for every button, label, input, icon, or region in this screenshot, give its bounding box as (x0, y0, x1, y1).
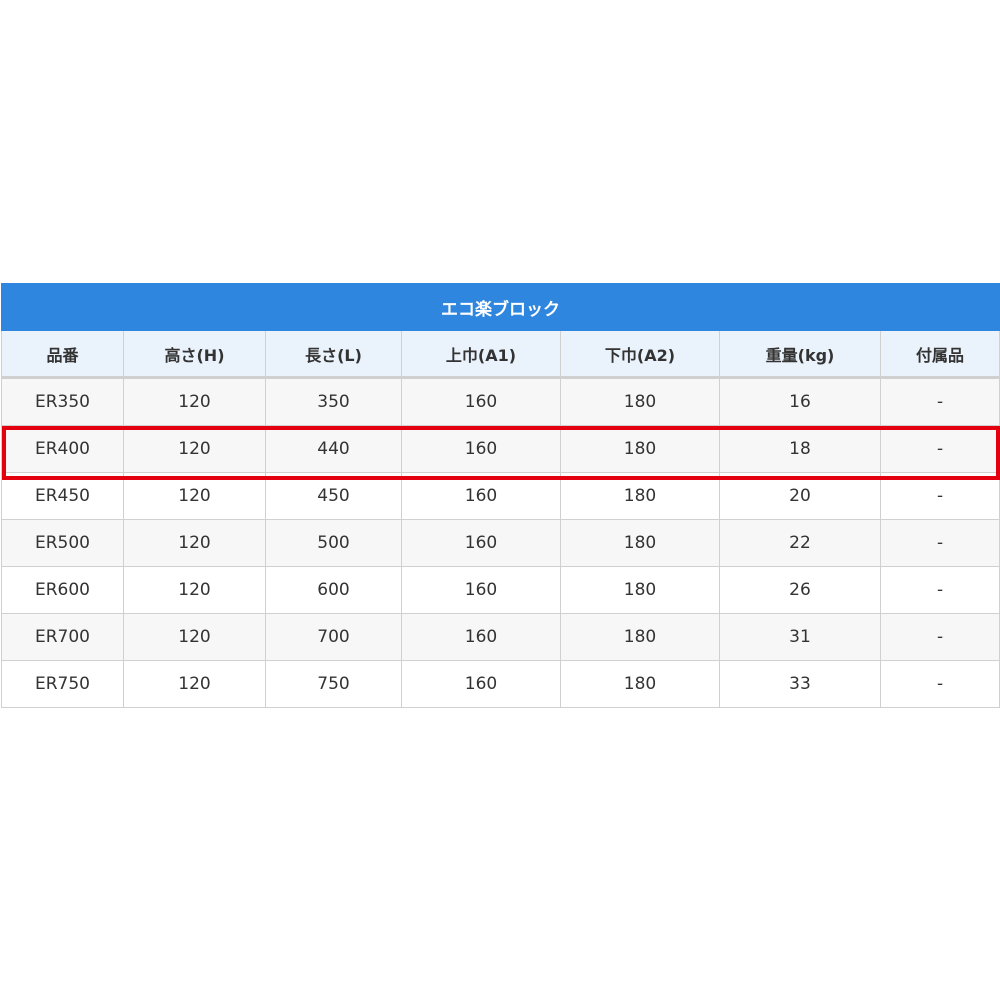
cell-length: 350 (265, 377, 402, 426)
cell-length: 450 (265, 472, 402, 520)
cell-length: 700 (265, 613, 402, 661)
table-header-row: 品番 高さ(H) 長さ(L) 上巾(A1) 下巾(A2) 重量(kg) 付属品 (1, 330, 1000, 379)
cell-height: 120 (123, 613, 266, 661)
cell-length: 600 (265, 566, 402, 614)
cell-part-number: ER600 (1, 566, 124, 614)
cell-accessories: - (879, 660, 1000, 708)
table-row: ER500 120 500 160 180 22 - (1, 519, 1000, 567)
cell-height: 120 (123, 566, 266, 614)
cell-accessories: - (879, 425, 1000, 473)
cell-height: 120 (123, 425, 266, 473)
cell-accessories: - (879, 519, 1000, 567)
cell-accessories: - (879, 566, 1000, 614)
cell-accessories: - (879, 472, 1000, 520)
cell-top-width: 160 (401, 377, 561, 426)
table-row-highlighted: ER400 120 440 160 180 18 - (1, 425, 1000, 473)
table-row: ER750 120 750 160 180 33 - (1, 660, 1000, 708)
cell-bottom-width: 180 (560, 660, 720, 708)
table-title-row: エコ楽ブロック (0, 283, 1000, 331)
cell-part-number: ER350 (1, 377, 124, 426)
cell-length: 750 (265, 660, 402, 708)
cell-weight: 18 (719, 425, 881, 473)
spec-table: エコ楽ブロック 品番 高さ(H) 長さ(L) 上巾(A1) 下巾(A2) 重量(… (0, 283, 1000, 708)
table-row: ER700 120 700 160 180 31 - (1, 613, 1000, 661)
cell-length: 500 (265, 519, 402, 567)
cell-part-number: ER450 (1, 472, 124, 520)
column-header-bottom-width: 下巾(A2) (560, 330, 720, 379)
cell-bottom-width: 180 (560, 472, 720, 520)
cell-accessories: - (879, 377, 1000, 426)
cell-part-number: ER400 (1, 425, 124, 473)
cell-length: 440 (265, 425, 402, 473)
cell-weight: 33 (719, 660, 881, 708)
cell-bottom-width: 180 (560, 566, 720, 614)
column-header-top-width: 上巾(A1) (401, 330, 561, 379)
cell-height: 120 (123, 472, 266, 520)
cell-part-number: ER750 (1, 660, 124, 708)
cell-part-number: ER500 (1, 519, 124, 567)
cell-height: 120 (123, 377, 266, 426)
cell-height: 120 (123, 519, 266, 567)
cell-top-width: 160 (401, 519, 561, 567)
cell-bottom-width: 180 (560, 519, 720, 567)
cell-bottom-width: 180 (560, 613, 720, 661)
cell-height: 120 (123, 660, 266, 708)
cell-weight: 26 (719, 566, 881, 614)
column-header-length: 長さ(L) (265, 330, 402, 379)
cell-part-number: ER700 (1, 613, 124, 661)
table-row: ER450 120 450 160 180 20 - (1, 472, 1000, 520)
cell-top-width: 160 (401, 613, 561, 661)
table-row: ER600 120 600 160 180 26 - (1, 566, 1000, 614)
cell-top-width: 160 (401, 472, 561, 520)
cell-weight: 20 (719, 472, 881, 520)
cell-weight: 31 (719, 613, 881, 661)
table-row: ER350 120 350 160 180 16 - (1, 377, 1000, 426)
table-title: エコ楽ブロック (0, 283, 1000, 331)
cell-top-width: 160 (401, 425, 561, 473)
column-header-part-number: 品番 (1, 330, 124, 379)
column-header-weight: 重量(kg) (719, 330, 881, 379)
cell-bottom-width: 180 (560, 377, 720, 426)
column-header-accessories: 付属品 (879, 330, 1000, 379)
cell-bottom-width: 180 (560, 425, 720, 473)
cell-top-width: 160 (401, 566, 561, 614)
cell-accessories: - (879, 613, 1000, 661)
cell-weight: 16 (719, 377, 881, 426)
column-header-height: 高さ(H) (123, 330, 266, 379)
cell-top-width: 160 (401, 660, 561, 708)
cell-weight: 22 (719, 519, 881, 567)
